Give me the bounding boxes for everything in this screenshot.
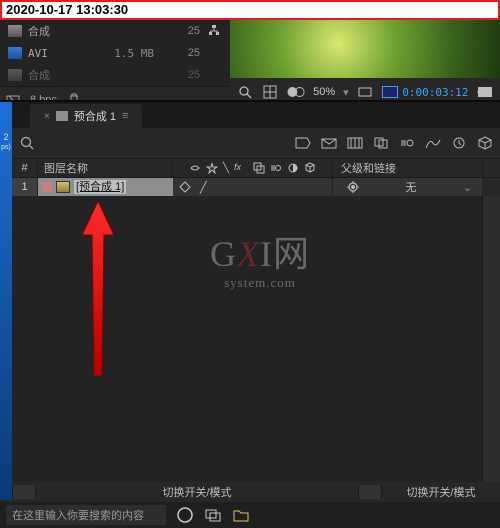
col-index[interactable]: # xyxy=(12,159,38,177)
asset-row[interactable]: AVI 1.5 MB 25 xyxy=(0,42,230,64)
search-icon[interactable] xyxy=(18,134,36,152)
footer-handle-mid[interactable] xyxy=(358,485,382,499)
render-queue-icon[interactable] xyxy=(450,134,468,152)
snapshot-icon[interactable] xyxy=(476,83,494,101)
draft-3d-icon[interactable] xyxy=(476,134,494,152)
asset-name: AVI xyxy=(28,47,88,60)
asset-row[interactable]: 合成 25 xyxy=(0,64,230,86)
layer-index-cell: 1 xyxy=(12,178,38,196)
asset-size: 1.5 MB xyxy=(94,47,154,60)
fx-icon[interactable]: fx xyxy=(234,162,248,174)
layer-label-color[interactable] xyxy=(42,182,52,192)
col-parent[interactable]: 父级和链接 xyxy=(333,159,483,177)
flowchart-icon[interactable] xyxy=(206,24,222,39)
toggle-switches-button-2[interactable]: 切换开关/模式 xyxy=(382,484,500,500)
quality-switch[interactable]: ╱ xyxy=(200,181,207,194)
timeline-right-pane[interactable] xyxy=(482,196,500,482)
asset-name: 合成 xyxy=(28,23,88,39)
tab-label: 预合成 1 xyxy=(74,108,116,124)
grid-icon[interactable] xyxy=(262,83,280,101)
asset-framerate: 25 xyxy=(160,47,200,59)
resolution-icon[interactable] xyxy=(357,83,375,101)
taskbar-search-input[interactable]: 在这里输入你要搜索的内容 xyxy=(6,505,166,525)
tab-menu-icon[interactable]: ≡ xyxy=(122,110,128,122)
task-view-icon[interactable] xyxy=(204,506,222,524)
timeline-tabbar: × 预合成 1 ≡ xyxy=(0,102,500,128)
project-panel: 合成 25 AVI 1.5 MB 25 合成 25 8 bpc xyxy=(0,20,500,100)
adjustment-col-icon[interactable] xyxy=(287,162,299,174)
parent-dropdown[interactable]: 无 ⌄ xyxy=(341,179,478,195)
composition-viewer: 50% ▾ 0:00:03:12 xyxy=(230,20,500,100)
strip-number-icon: 2 xyxy=(3,132,8,142)
pickwhip-icon[interactable] xyxy=(347,181,359,193)
timeline-column-header: # 图层名称 ╲ fx 父级和链接 xyxy=(12,158,500,178)
layer-switches-icon[interactable] xyxy=(346,134,364,152)
separator-icon: ╲ xyxy=(223,163,229,174)
windows-taskbar: 在这里输入你要搜索的内容 xyxy=(0,502,500,528)
explorer-icon[interactable] xyxy=(232,506,250,524)
shy-icon[interactable] xyxy=(320,134,338,152)
parent-cell: 无 ⌄ xyxy=(333,178,483,196)
layer-name-cell[interactable]: [预合成 1] xyxy=(38,178,173,196)
timeline-left-strip[interactable]: 2 ps) xyxy=(0,102,12,500)
precomp-icon xyxy=(56,181,70,193)
chevron-down-icon: ⌄ xyxy=(463,181,472,194)
asset-name: 合成 xyxy=(28,67,88,83)
frame-blend-col-icon[interactable] xyxy=(253,162,265,174)
col-switches: ╲ fx xyxy=(173,159,333,177)
timeline-footer: 切换开关/模式 切换开关/模式 xyxy=(12,482,500,502)
strip-fps-icon: ps) xyxy=(1,144,11,151)
timeline-body[interactable] xyxy=(12,196,500,482)
composition-icon xyxy=(8,25,22,37)
asset-row[interactable]: 合成 25 xyxy=(0,20,230,42)
magnify-icon[interactable] xyxy=(236,83,254,101)
motion-blur-icon[interactable] xyxy=(398,134,416,152)
graph-editor-icon[interactable] xyxy=(424,134,442,152)
timecode-icon xyxy=(382,86,398,98)
timecode-display[interactable]: 0:00:03:12 xyxy=(382,86,468,99)
timeline-toolbar xyxy=(12,128,500,158)
three-d-col-icon[interactable] xyxy=(304,162,316,174)
toggle-switches-button[interactable]: 切换开关/模式 xyxy=(36,484,358,500)
tab-close-icon[interactable]: × xyxy=(44,111,50,122)
timeline-layer-row[interactable]: 1 [预合成 1] ╱ 无 ⌄ xyxy=(12,178,500,196)
timeline-tab[interactable]: × 预合成 1 ≡ xyxy=(30,104,142,128)
layer-name-text[interactable]: [预合成 1] xyxy=(74,180,126,194)
zoom-level[interactable]: 50% xyxy=(313,86,335,98)
timestamp-banner: 2020-10-17 13:03:30 xyxy=(0,0,500,20)
cortana-icon[interactable] xyxy=(176,506,194,524)
frame-blend-icon[interactable] xyxy=(372,134,390,152)
taskbar-search-placeholder: 在这里输入你要搜索的内容 xyxy=(12,507,144,523)
comp-marker-icon[interactable] xyxy=(294,134,312,152)
project-asset-list: 合成 25 AVI 1.5 MB 25 合成 25 8 bpc xyxy=(0,20,230,100)
timestamp-text: 2020-10-17 13:03:30 xyxy=(6,2,128,17)
parent-value: 无 xyxy=(405,179,416,195)
mask-toggle-icon[interactable] xyxy=(287,83,305,101)
collapse-transform-icon[interactable] xyxy=(179,181,191,193)
col-layer-name[interactable]: 图层名称 xyxy=(38,159,173,177)
asset-framerate: 25 xyxy=(160,25,200,37)
preview-image[interactable] xyxy=(230,20,500,78)
shy-switch-icon[interactable] xyxy=(189,162,201,174)
video-file-icon xyxy=(8,47,22,59)
composition-icon xyxy=(8,69,22,81)
asset-framerate: 25 xyxy=(160,69,200,81)
layer-switches-cell: ╱ xyxy=(173,178,333,196)
footer-handle-left[interactable] xyxy=(12,485,36,499)
star-icon[interactable] xyxy=(206,162,218,174)
composition-icon xyxy=(56,111,68,121)
motion-blur-col-icon[interactable] xyxy=(270,162,282,174)
timecode-value: 0:00:03:12 xyxy=(402,86,468,99)
